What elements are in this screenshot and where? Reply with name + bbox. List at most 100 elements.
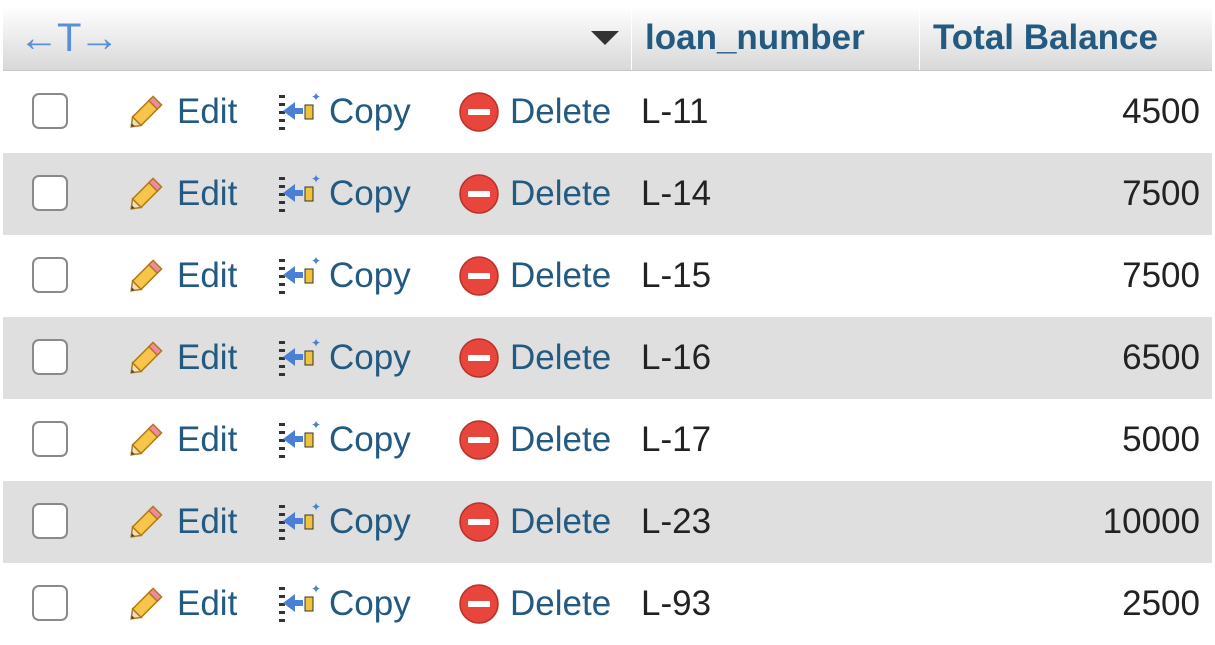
copy-insert-icon: ✦ xyxy=(279,500,321,540)
delete-label: Delete xyxy=(510,256,612,295)
copy-button[interactable]: ✦ Copy xyxy=(275,481,411,563)
row-checkbox[interactable] xyxy=(32,339,68,375)
row-checkbox[interactable] xyxy=(32,585,68,621)
delete-button[interactable]: Delete xyxy=(456,71,611,153)
delete-icon xyxy=(459,256,499,296)
copy-button[interactable]: ✦ Copy xyxy=(275,153,411,235)
edit-button[interactable]: Edit xyxy=(123,71,237,153)
table-row: Edit ✦ Copy xyxy=(3,153,1212,235)
pencil-icon xyxy=(130,423,163,456)
column-move-arrows[interactable]: ←T→ xyxy=(19,6,119,70)
loan-number-cell: L-17 xyxy=(641,420,712,459)
total-balance-cell: 2500 xyxy=(1122,584,1200,623)
delete-icon xyxy=(459,338,499,378)
copy-insert-icon: ✦ xyxy=(279,172,321,212)
row-checkbox[interactable] xyxy=(32,503,68,539)
delete-label: Delete xyxy=(510,92,612,131)
loan-number-cell: L-23 xyxy=(641,502,712,541)
loan-number-cell: L-15 xyxy=(641,256,712,295)
delete-icon xyxy=(459,174,499,214)
edit-label: Edit xyxy=(177,420,238,459)
delete-button[interactable]: Delete xyxy=(456,563,611,645)
delete-label: Delete xyxy=(510,584,612,623)
pencil-icon xyxy=(130,95,163,128)
total-balance-cell: 7500 xyxy=(1122,174,1200,213)
copy-label: Copy xyxy=(329,92,411,131)
total-balance-cell: 4500 xyxy=(1122,92,1200,131)
loan-number-cell: L-11 xyxy=(641,92,709,131)
edit-button[interactable]: Edit xyxy=(123,481,237,563)
delete-icon xyxy=(459,92,499,132)
delete-label: Delete xyxy=(510,338,612,377)
svg-text:✦: ✦ xyxy=(311,500,321,514)
column-header-total-balance[interactable]: Total Balance xyxy=(919,6,1212,70)
pencil-icon xyxy=(130,341,163,374)
row-checkbox[interactable] xyxy=(32,257,68,293)
row-checkbox[interactable] xyxy=(32,421,68,457)
edit-label: Edit xyxy=(177,174,238,213)
copy-insert-icon: ✦ xyxy=(279,418,321,458)
copy-button[interactable]: ✦ Copy xyxy=(275,399,411,481)
copy-insert-icon: ✦ xyxy=(279,582,321,622)
copy-label: Copy xyxy=(329,584,411,623)
total-balance-cell: 7500 xyxy=(1122,256,1200,295)
svg-text:✦: ✦ xyxy=(311,418,321,432)
edit-label: Edit xyxy=(177,502,238,541)
delete-button[interactable]: Delete xyxy=(456,153,611,235)
delete-button[interactable]: Delete xyxy=(456,235,611,317)
total-balance-cell: 5000 xyxy=(1122,420,1200,459)
svg-text:✦: ✦ xyxy=(311,582,321,596)
svg-text:✦: ✦ xyxy=(311,254,321,268)
table-row: Edit ✦ Copy xyxy=(3,317,1212,399)
edit-label: Edit xyxy=(177,584,238,623)
edit-label: Edit xyxy=(177,92,238,131)
table-row: Edit ✦ Copy xyxy=(3,563,1212,645)
copy-button[interactable]: ✦ Copy xyxy=(275,71,411,153)
sort-dropdown-icon[interactable] xyxy=(591,6,619,70)
copy-label: Copy xyxy=(329,256,411,295)
copy-button[interactable]: ✦ Copy xyxy=(275,317,411,399)
delete-button[interactable]: Delete xyxy=(456,399,611,481)
table-row: Edit ✦ Copy xyxy=(3,481,1212,563)
edit-button[interactable]: Edit xyxy=(123,317,237,399)
total-balance-cell: 10000 xyxy=(1102,502,1200,541)
svg-text:✦: ✦ xyxy=(311,336,321,350)
edit-button[interactable]: Edit xyxy=(123,563,237,645)
copy-label: Copy xyxy=(329,502,411,541)
delete-label: Delete xyxy=(510,174,612,213)
edit-button[interactable]: Edit xyxy=(123,399,237,481)
results-table: ←T→ loan_number Total Balance Edit ✦ Cop… xyxy=(3,6,1212,645)
table-row: Edit ✦ Copy xyxy=(3,399,1212,481)
edit-label: Edit xyxy=(177,338,238,377)
delete-icon xyxy=(459,502,499,542)
column-header-loan-number[interactable]: loan_number xyxy=(631,6,919,70)
row-checkbox[interactable] xyxy=(32,175,68,211)
table-row: Edit ✦ Copy xyxy=(3,235,1212,317)
delete-button[interactable]: Delete xyxy=(456,481,611,563)
svg-text:✦: ✦ xyxy=(311,90,321,104)
pencil-icon xyxy=(130,177,163,210)
delete-icon xyxy=(459,420,499,460)
pencil-icon xyxy=(130,505,163,538)
edit-button[interactable]: Edit xyxy=(123,235,237,317)
row-checkbox[interactable] xyxy=(32,93,68,129)
pencil-icon xyxy=(130,587,163,620)
edit-label: Edit xyxy=(177,256,238,295)
copy-label: Copy xyxy=(329,420,411,459)
delete-button[interactable]: Delete xyxy=(456,317,611,399)
edit-button[interactable]: Edit xyxy=(123,153,237,235)
delete-label: Delete xyxy=(510,502,612,541)
table-header: ←T→ loan_number Total Balance xyxy=(3,6,1212,71)
copy-insert-icon: ✦ xyxy=(279,254,321,294)
loan-number-cell: L-93 xyxy=(641,584,712,623)
loan-number-cell: L-16 xyxy=(641,338,712,377)
pencil-icon xyxy=(130,259,163,292)
delete-label: Delete xyxy=(510,420,612,459)
copy-button[interactable]: ✦ Copy xyxy=(275,563,411,645)
loan-number-cell: L-14 xyxy=(641,174,712,213)
copy-label: Copy xyxy=(329,174,411,213)
copy-button[interactable]: ✦ Copy xyxy=(275,235,411,317)
total-balance-cell: 6500 xyxy=(1122,338,1200,377)
copy-insert-icon: ✦ xyxy=(279,336,321,376)
svg-text:✦: ✦ xyxy=(311,172,321,186)
